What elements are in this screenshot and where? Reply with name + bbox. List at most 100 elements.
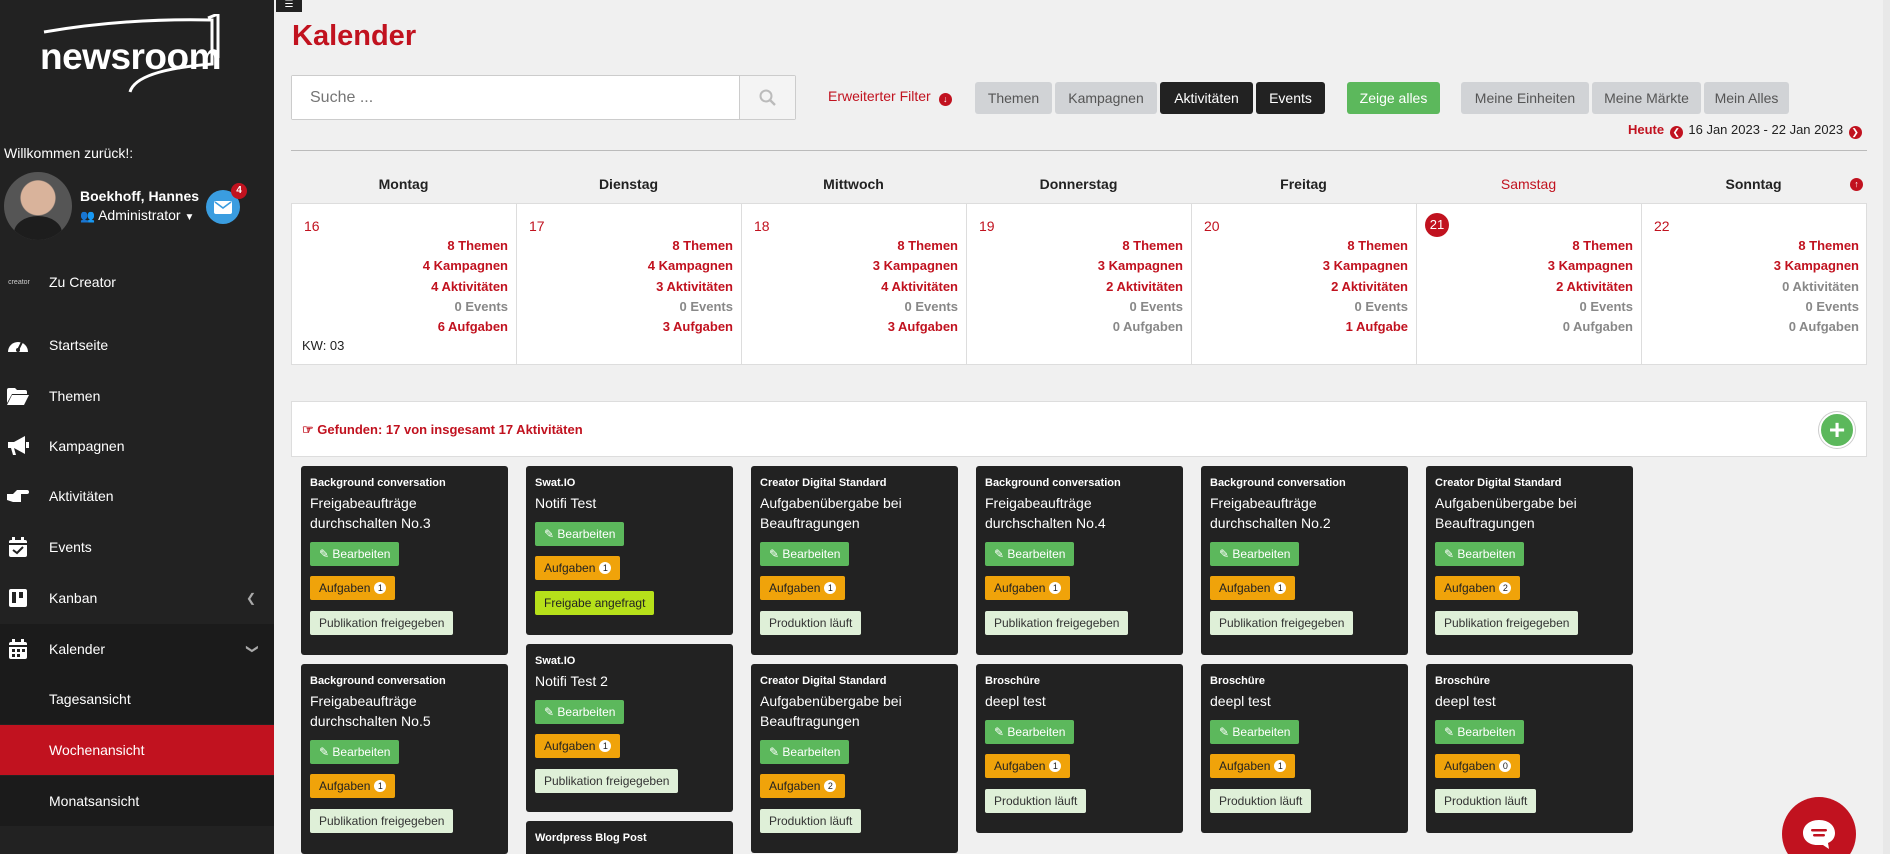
meine-maerkte-button[interactable]: Meine Märkte	[1592, 82, 1701, 114]
activity-title[interactable]: Aufgabenübergabe bei Beauftragungen	[760, 691, 950, 731]
activity-card[interactable]: Background conversation Freigabeaufträge…	[301, 664, 508, 854]
stat-aufgaben[interactable]: 6 Aufgaben	[423, 317, 508, 337]
activity-card[interactable]: Wordpress Blog Post	[526, 821, 733, 854]
activity-title[interactable]: deepl test	[985, 691, 1175, 711]
tasks-button[interactable]: Aufgaben 2	[1435, 576, 1521, 600]
day-cell-today[interactable]: 21 8 Themen 3 Kampagnen 2 Aktivitäten 0 …	[1417, 204, 1642, 364]
sidebar-item-kanban[interactable]: Kanban ❮	[0, 573, 274, 623]
activity-card[interactable]: Creator Digital Standard Aufgabenübergab…	[751, 664, 958, 853]
newsroom-logo[interactable]: newsroom	[36, 14, 226, 94]
stat-themen[interactable]: 8 Themen	[1098, 236, 1183, 256]
tasks-button[interactable]: Aufgaben 1	[1210, 576, 1296, 600]
filter-kampagnen-button[interactable]: Kampagnen	[1055, 82, 1157, 114]
tasks-button[interactable]: Aufgaben 2	[760, 774, 846, 798]
day-cell[interactable]: 19 8 Themen 3 Kampagnen 2 Aktivitäten 0 …	[967, 204, 1192, 364]
activity-title[interactable]: deepl test	[1210, 691, 1400, 711]
activity-card[interactable]: Broschüre deepl test ✎ Bearbeiten Aufgab…	[1426, 664, 1633, 833]
tasks-button[interactable]: Aufgaben 1	[1210, 754, 1296, 778]
stat-aufgaben[interactable]: 1 Aufgabe	[1323, 317, 1408, 337]
day-cell[interactable]: 16 8 Themen 4 Kampagnen 4 Aktivitäten 0 …	[292, 204, 517, 364]
sidebar-item-monatsansicht[interactable]: Monatsansicht	[0, 776, 274, 826]
activity-title[interactable]: Aufgabenübergabe bei Beauftragungen	[1435, 493, 1625, 533]
day-cell[interactable]: 22 8 Themen 3 Kampagnen 0 Aktivitäten 0 …	[1642, 204, 1867, 364]
stat-kampagnen[interactable]: 4 Kampagnen	[423, 256, 508, 276]
tasks-button[interactable]: Aufgaben 1	[310, 576, 396, 600]
stat-themen[interactable]: 8 Themen	[1323, 236, 1408, 256]
activity-card[interactable]: Broschüre deepl test ✎ Bearbeiten Aufgab…	[1201, 664, 1408, 833]
today-link[interactable]: Heute	[1628, 122, 1664, 137]
stat-themen[interactable]: 8 Themen	[873, 236, 958, 256]
edit-button[interactable]: ✎ Bearbeiten	[535, 700, 625, 724]
activity-title[interactable]: Freigabeaufträge durchschalten No.5	[310, 691, 500, 731]
activity-card[interactable]: Background conversation Freigabeaufträge…	[976, 466, 1183, 655]
edit-button[interactable]: ✎ Bearbeiten	[310, 542, 400, 566]
tasks-button[interactable]: Aufgaben 1	[760, 576, 846, 600]
edit-button[interactable]: ✎ Bearbeiten	[535, 522, 625, 546]
mein-alles-button[interactable]: Mein Alles	[1704, 82, 1789, 114]
stat-aktivitaeten[interactable]: 4 Aktivitäten	[873, 277, 958, 297]
edit-button[interactable]: ✎ Bearbeiten	[760, 542, 850, 566]
user-name[interactable]: Boekhoff, Hannes	[80, 188, 199, 204]
filter-themen-button[interactable]: Themen	[975, 82, 1052, 114]
activity-title[interactable]: Notifi Test	[535, 493, 725, 513]
tasks-button[interactable]: Aufgaben 1	[985, 754, 1071, 778]
stat-themen[interactable]: 8 Themen	[1548, 236, 1633, 256]
meine-einheiten-button[interactable]: Meine Einheiten	[1461, 82, 1589, 114]
search-button[interactable]	[739, 76, 795, 119]
day-cell[interactable]: 18 8 Themen 3 Kampagnen 4 Aktivitäten 0 …	[742, 204, 967, 364]
previous-week-icon[interactable]: ❮	[1669, 126, 1683, 139]
search-input[interactable]	[292, 76, 739, 119]
add-activity-button[interactable]: +	[1819, 412, 1855, 448]
sidebar-item-creator[interactable]: creator Zu Creator	[0, 257, 274, 307]
stat-aktivitaeten[interactable]: 4 Aktivitäten	[423, 277, 508, 297]
arrow-circle-up-icon[interactable]: ↑	[1850, 178, 1863, 191]
stat-aktivitaeten[interactable]: 2 Aktivitäten	[1548, 277, 1633, 297]
tasks-button[interactable]: Aufgaben 0	[1435, 754, 1521, 778]
stat-themen[interactable]: 8 Themen	[1774, 236, 1859, 256]
stat-kampagnen[interactable]: 4 Kampagnen	[648, 256, 733, 276]
sidebar-item-events[interactable]: Events	[0, 522, 274, 572]
stat-kampagnen[interactable]: 3 Kampagnen	[1098, 256, 1183, 276]
stat-themen[interactable]: 8 Themen	[648, 236, 733, 256]
edit-button[interactable]: ✎ Bearbeiten	[1435, 720, 1525, 744]
edit-button[interactable]: ✎ Bearbeiten	[1435, 542, 1525, 566]
tasks-button[interactable]: Aufgaben 1	[985, 576, 1071, 600]
extended-filter-toggle[interactable]: Erweiterter Filter ↓	[828, 88, 952, 106]
menu-toggle-button[interactable]: ☰	[276, 0, 302, 12]
stat-themen[interactable]: 8 Themen	[423, 236, 508, 256]
day-cell[interactable]: 17 8 Themen 4 Kampagnen 3 Aktivitäten 0 …	[517, 204, 742, 364]
edit-button[interactable]: ✎ Bearbeiten	[985, 720, 1075, 744]
sidebar-item-wochenansicht[interactable]: Wochenansicht	[0, 725, 274, 775]
activity-title[interactable]: deepl test	[1435, 691, 1625, 711]
stat-aktivitaeten[interactable]: 2 Aktivitäten	[1098, 277, 1183, 297]
next-week-icon[interactable]: ❯	[1848, 126, 1862, 139]
activity-card[interactable]: Background conversation Freigabeaufträge…	[301, 466, 508, 655]
edit-button[interactable]: ✎ Bearbeiten	[310, 740, 400, 764]
stat-kampagnen[interactable]: 3 Kampagnen	[873, 256, 958, 276]
sidebar-item-aktivitaeten[interactable]: Aktivitäten	[0, 471, 274, 521]
sidebar-item-tagesansicht[interactable]: Tagesansicht	[0, 674, 274, 724]
show-all-button[interactable]: Zeige alles	[1347, 82, 1440, 114]
user-role-dropdown[interactable]: 👥 Administrator ▼	[80, 207, 194, 223]
activity-card[interactable]: Swat.IO Notifi Test 2 ✎ Bearbeiten Aufga…	[526, 644, 733, 812]
stat-aufgaben[interactable]: 3 Aufgaben	[873, 317, 958, 337]
stat-kampagnen[interactable]: 3 Kampagnen	[1323, 256, 1408, 276]
edit-button[interactable]: ✎ Bearbeiten	[1210, 720, 1300, 744]
activity-title[interactable]: Notifi Test 2	[535, 671, 725, 691]
activity-card[interactable]: Broschüre deepl test ✎ Bearbeiten Aufgab…	[976, 664, 1183, 833]
activity-card[interactable]: Background conversation Freigabeaufträge…	[1201, 466, 1408, 655]
stat-aktivitaeten[interactable]: 3 Aktivitäten	[648, 277, 733, 297]
sidebar-item-kalender[interactable]: Kalender ❮	[0, 624, 274, 674]
avatar[interactable]	[4, 172, 72, 240]
day-cell[interactable]: 20 8 Themen 3 Kampagnen 2 Aktivitäten 0 …	[1192, 204, 1417, 364]
tasks-button[interactable]: Aufgaben 1	[535, 556, 621, 580]
tasks-button[interactable]: Aufgaben 1	[535, 734, 621, 758]
activity-title[interactable]: Freigabeaufträge durchschalten No.2	[1210, 493, 1400, 533]
stat-aktivitaeten[interactable]: 2 Aktivitäten	[1323, 277, 1408, 297]
activity-card[interactable]: Creator Digital Standard Aufgabenübergab…	[751, 466, 958, 655]
stat-kampagnen[interactable]: 3 Kampagnen	[1548, 256, 1633, 276]
edit-button[interactable]: ✎ Bearbeiten	[760, 740, 850, 764]
chat-button[interactable]	[1782, 797, 1856, 854]
sidebar-item-startseite[interactable]: Startseite	[0, 320, 274, 370]
stat-kampagnen[interactable]: 3 Kampagnen	[1774, 256, 1859, 276]
